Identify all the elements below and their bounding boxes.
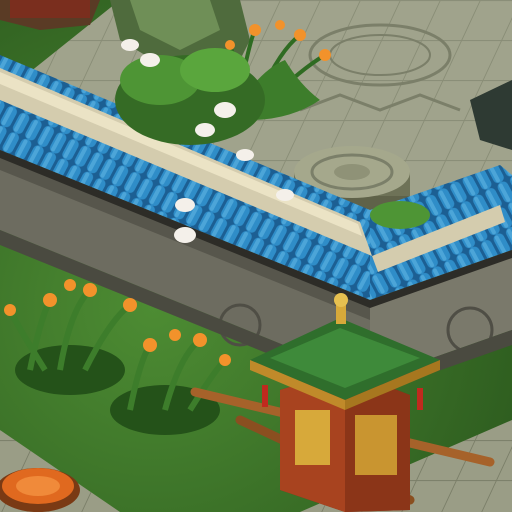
- green-shrub: [370, 201, 430, 229]
- game-scene: [0, 0, 512, 512]
